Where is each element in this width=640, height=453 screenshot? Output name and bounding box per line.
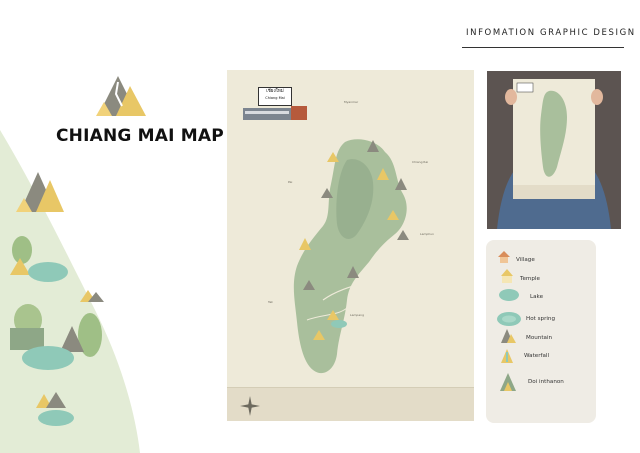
legend-label: Waterfall [524, 353, 550, 359]
legend-label: Doi inthanon [528, 379, 564, 385]
map-lake [331, 320, 347, 328]
poster-logo-latin: Chiang Mai [265, 96, 285, 100]
compass-icon [240, 396, 260, 416]
map-label: Pai [288, 180, 293, 184]
header-divider [462, 47, 624, 48]
person-holding-poster [487, 71, 621, 229]
map-label: Lamphun [420, 232, 435, 236]
map-label: Myanmar [344, 100, 359, 104]
map-label: Lampang [350, 313, 364, 317]
map-label: Chiang Rai [412, 160, 429, 164]
waterfall-icon [501, 349, 513, 363]
poster-photo [487, 71, 621, 229]
hot-spring-icon [497, 312, 521, 326]
poster-logo-thai: เชียงใหม่ [266, 89, 284, 94]
legend-label: Mountain [526, 335, 553, 341]
left-illustration-band [0, 130, 140, 453]
header-title: INFOMATION GRAPHIC DESIGN [466, 28, 636, 38]
poster-logo: เชียงใหม่ Chiang Mai [258, 87, 292, 106]
title-mountain-icon [96, 76, 146, 116]
page-title: CHIANG MAI MAP [56, 126, 224, 146]
legend-label: Temple [520, 276, 540, 282]
legend-label: Lake [530, 294, 544, 300]
legend-label: Hot spring [526, 316, 556, 322]
village-icon [498, 251, 510, 263]
green-band [0, 130, 140, 453]
map-label: Tak [268, 300, 273, 304]
temple-icon [501, 269, 513, 283]
legend-label: Village [516, 257, 535, 263]
doi-inthanon-icon [500, 373, 516, 391]
lake-icon [499, 289, 519, 301]
chiang-mai-map [293, 139, 409, 374]
mountain-icon [501, 329, 516, 343]
